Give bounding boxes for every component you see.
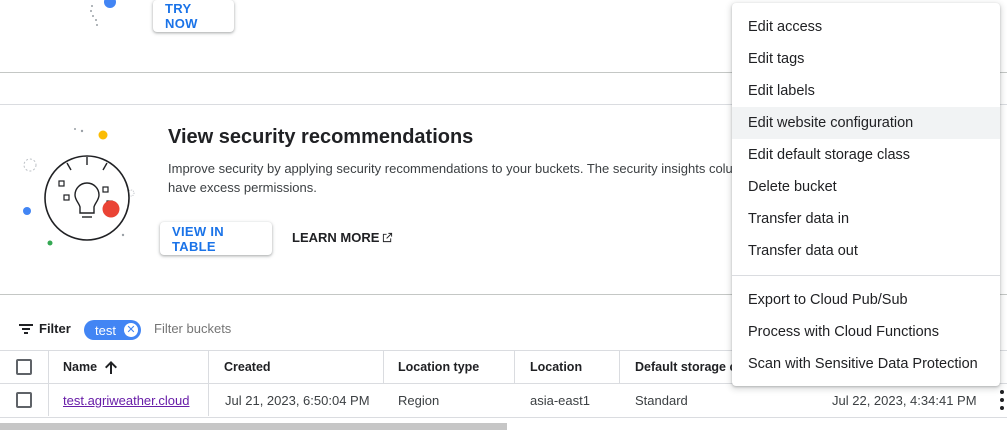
column-divider xyxy=(383,351,384,383)
menu-item-delete-bucket[interactable]: Delete bucket xyxy=(732,171,1000,203)
column-divider xyxy=(208,384,209,416)
try-now-button[interactable]: TRY NOW xyxy=(153,0,234,32)
menu-item-process-with-cloud-functions[interactable]: Process with Cloud Functions xyxy=(732,316,1000,348)
last-modified-cell: Jul 22, 2023, 4:34:41 PM xyxy=(832,392,977,408)
created-cell: Jul 21, 2023, 6:50:04 PM xyxy=(225,392,370,408)
column-divider xyxy=(514,351,515,383)
external-link-icon xyxy=(383,232,393,243)
column-header-location[interactable]: Location xyxy=(530,351,582,383)
column-header-name[interactable]: Name xyxy=(63,351,118,383)
location-cell: asia-east1 xyxy=(530,392,590,408)
column-header-storage-class[interactable]: Default storage cla xyxy=(635,351,732,383)
column-divider xyxy=(208,351,209,383)
remove-chip-icon[interactable]: ✕ xyxy=(124,323,138,337)
security-card-title: View security recommendations xyxy=(168,126,474,148)
learn-more-link[interactable]: LEARN MORE xyxy=(292,230,393,245)
filter-icon xyxy=(19,323,33,334)
learn-more-label: LEARN MORE xyxy=(292,230,380,245)
filter-chip-label: test xyxy=(95,322,116,338)
filter-label: Filter xyxy=(39,321,71,336)
menu-item-export-to-pubsub[interactable]: Export to Cloud Pub/Sub xyxy=(732,284,1000,316)
column-header-created[interactable]: Created xyxy=(224,351,271,383)
menu-item-edit-default-storage-class[interactable]: Edit default storage class xyxy=(732,139,1000,171)
column-header-name-label: Name xyxy=(63,360,98,374)
bucket-name-link[interactable]: test.agriweather.cloud xyxy=(63,393,189,408)
column-divider xyxy=(48,351,49,383)
menu-item-scan-sensitive-data[interactable]: Scan with Sensitive Data Protection xyxy=(732,348,1000,380)
menu-item-edit-access[interactable]: Edit access xyxy=(732,11,1000,43)
security-card-description: Improve security by applying security re… xyxy=(168,159,738,197)
promo-illustration-icon xyxy=(90,0,116,26)
menu-item-transfer-data-out[interactable]: Transfer data out xyxy=(732,235,1000,267)
description-line-2: have excess permissions. xyxy=(168,180,317,195)
menu-divider xyxy=(732,275,1000,276)
menu-item-edit-website-configuration[interactable]: Edit website configuration xyxy=(732,107,1000,139)
storage-class-cell: Standard xyxy=(635,392,688,408)
sort-ascending-icon[interactable] xyxy=(105,360,118,374)
menu-item-edit-tags[interactable]: Edit tags xyxy=(732,43,1000,75)
column-header-location-type[interactable]: Location type xyxy=(398,351,479,383)
menu-item-transfer-data-in[interactable]: Transfer data in xyxy=(732,203,1000,235)
bucket-name-cell: test.agriweather.cloud xyxy=(63,384,189,416)
filter-chip[interactable]: test ✕ xyxy=(84,320,141,340)
description-line-1: Improve security by applying security re… xyxy=(168,161,733,176)
select-all-checkbox[interactable] xyxy=(16,359,32,375)
menu-item-edit-labels[interactable]: Edit labels xyxy=(732,75,1000,107)
storage-buckets-page: TRY NOW View security recommendations Im… xyxy=(0,0,1007,430)
filter-buckets-input[interactable] xyxy=(154,321,454,336)
more-actions-icon[interactable] xyxy=(999,390,1005,410)
horizontal-scrollbar[interactable] xyxy=(0,423,507,430)
security-lightbulb-icon xyxy=(23,128,135,246)
row-checkbox[interactable] xyxy=(16,392,32,408)
bucket-actions-menu: Edit access Edit tags Edit labels Edit w… xyxy=(732,3,1000,386)
column-divider xyxy=(619,351,620,383)
table-row[interactable]: test.agriweather.cloud Jul 21, 2023, 6:5… xyxy=(0,384,1007,418)
column-divider xyxy=(48,384,49,416)
filter-button[interactable]: Filter xyxy=(19,321,71,336)
location-type-cell: Region xyxy=(398,392,440,408)
view-in-table-button[interactable]: VIEW IN TABLE xyxy=(160,222,272,255)
